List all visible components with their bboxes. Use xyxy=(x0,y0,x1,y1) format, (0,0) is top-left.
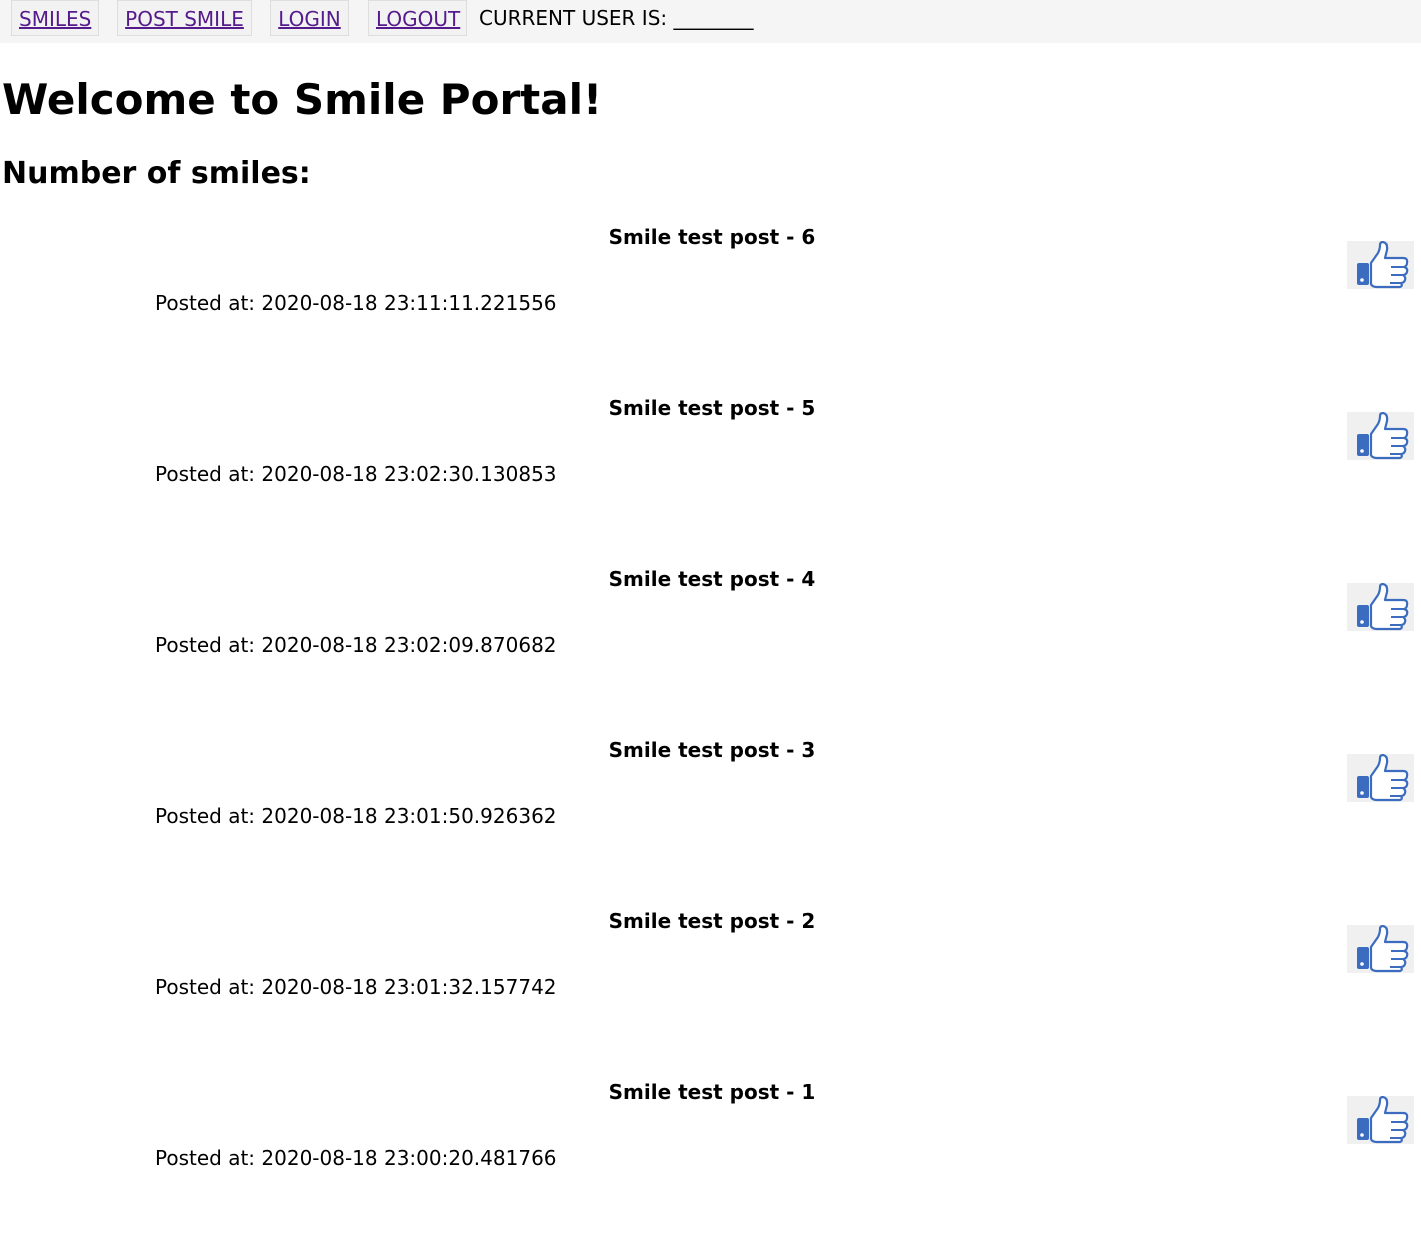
post-title: Smile test post - 5 xyxy=(608,396,816,420)
like-button[interactable] xyxy=(1347,925,1414,973)
post-title: Smile test post - 3 xyxy=(608,738,816,762)
post-timestamp: Posted at: 2020-08-18 23:02:30.130853 xyxy=(155,462,557,486)
page-title: Welcome to Smile Portal! xyxy=(2,75,603,124)
smile-post: Smile test post - 5 Posted at: 2020-08-1… xyxy=(0,395,1421,566)
thumbs-up-icon xyxy=(1357,241,1409,289)
thumbs-up-icon xyxy=(1357,925,1409,973)
nav-post-smile-link[interactable]: POST SMILE xyxy=(117,0,252,36)
nav-smiles-link[interactable]: SMILES xyxy=(11,0,99,36)
nav-logout-link[interactable]: LOGOUT xyxy=(368,0,467,36)
post-title: Smile test post - 6 xyxy=(608,225,816,249)
post-timestamp: Posted at: 2020-08-18 23:01:50.926362 xyxy=(155,804,557,828)
smile-post: Smile test post - 1 Posted at: 2020-08-1… xyxy=(0,1079,1421,1250)
smile-post: Smile test post - 3 Posted at: 2020-08-1… xyxy=(0,737,1421,908)
thumbs-up-icon xyxy=(1357,583,1409,631)
smile-post: Smile test post - 6 Posted at: 2020-08-1… xyxy=(0,224,1421,395)
post-timestamp: Posted at: 2020-08-18 23:11:11.221556 xyxy=(155,291,557,315)
like-button[interactable] xyxy=(1347,241,1414,289)
like-button[interactable] xyxy=(1347,1096,1414,1144)
post-timestamp: Posted at: 2020-08-18 23:00:20.481766 xyxy=(155,1146,557,1170)
post-title: Smile test post - 2 xyxy=(608,909,816,933)
like-button[interactable] xyxy=(1347,754,1414,802)
nav-login-link[interactable]: LOGIN xyxy=(270,0,349,36)
like-button[interactable] xyxy=(1347,412,1414,460)
smile-post: Smile test post - 2 Posted at: 2020-08-1… xyxy=(0,908,1421,1079)
post-timestamp: Posted at: 2020-08-18 23:01:32.157742 xyxy=(155,975,557,999)
smiles-count-heading: Number of smiles: xyxy=(2,156,311,191)
current-user-label: CURRENT USER IS: ________ xyxy=(479,6,754,30)
smile-post: Smile test post - 4 Posted at: 2020-08-1… xyxy=(0,566,1421,737)
post-title: Smile test post - 1 xyxy=(608,1080,816,1104)
post-timestamp: Posted at: 2020-08-18 23:02:09.870682 xyxy=(155,633,557,657)
thumbs-up-icon xyxy=(1357,412,1409,460)
thumbs-up-icon xyxy=(1357,754,1409,802)
thumbs-up-icon xyxy=(1357,1096,1409,1144)
post-title: Smile test post - 4 xyxy=(608,567,816,591)
like-button[interactable] xyxy=(1347,583,1414,631)
top-nav-bar: SMILES POST SMILE LOGIN LOGOUT CURRENT U… xyxy=(0,0,1421,43)
